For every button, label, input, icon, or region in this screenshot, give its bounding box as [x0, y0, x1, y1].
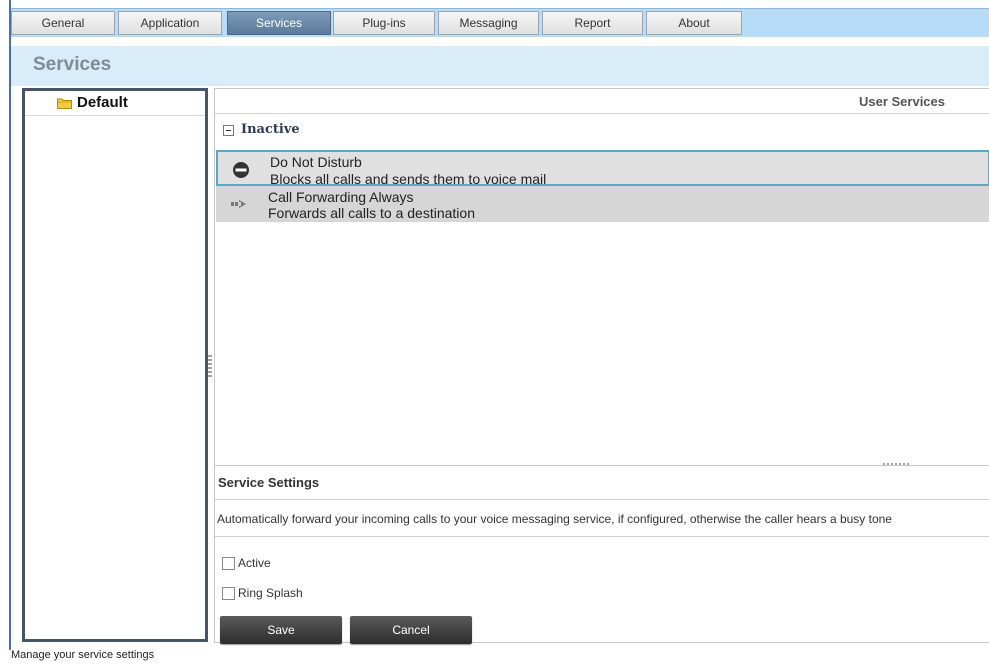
- tab-general[interactable]: General: [11, 11, 115, 35]
- tab-messaging[interactable]: Messaging: [438, 11, 539, 35]
- tab-services[interactable]: Services: [227, 11, 331, 35]
- active-checkbox-row[interactable]: Active: [222, 556, 271, 570]
- vertical-splitter-handle[interactable]: [208, 355, 212, 377]
- cancel-button[interactable]: Cancel: [350, 616, 472, 644]
- user-services-panel: User Services Inactive Do Not Disturb Bl…: [214, 88, 989, 644]
- service-description: Forwards all calls to a destination: [268, 205, 475, 221]
- tree-item-label: Default: [77, 94, 128, 111]
- collapse-icon[interactable]: [223, 125, 234, 136]
- status-bar-text: Manage your service settings: [11, 649, 155, 661]
- divider: [215, 499, 989, 500]
- tab-application[interactable]: Application: [118, 11, 222, 35]
- service-settings-title: Service Settings: [218, 475, 320, 490]
- active-checkbox[interactable]: [222, 556, 235, 570]
- inactive-group-header[interactable]: Inactive: [215, 113, 989, 151]
- tree-panel: Default: [22, 88, 208, 642]
- ring-splash-checkbox-row[interactable]: Ring Splash: [222, 586, 303, 600]
- page-title: Services: [33, 54, 112, 75]
- list-item-call-forwarding-always[interactable]: Call Forwarding Always Forwards all call…: [216, 186, 989, 222]
- service-name: Call Forwarding Always: [268, 189, 414, 205]
- no-entry-icon: [233, 162, 249, 178]
- tab-report[interactable]: Report: [542, 11, 643, 35]
- service-settings-panel: Service Settings Automatically forward y…: [215, 465, 989, 644]
- save-button[interactable]: Save: [220, 616, 342, 644]
- tab-bar: General Application Services Plug-ins Me…: [11, 8, 989, 37]
- tab-plug-ins[interactable]: Plug-ins: [333, 11, 435, 35]
- list-item-do-not-disturb[interactable]: Do Not Disturb Blocks all calls and send…: [216, 150, 989, 187]
- folder-icon: [57, 98, 72, 109]
- service-settings-description: Automatically forward your incoming call…: [217, 512, 892, 526]
- services-list: Do Not Disturb Blocks all calls and send…: [215, 149, 989, 465]
- tree-item-default[interactable]: Default: [25, 91, 205, 116]
- service-name: Do Not Disturb: [270, 154, 362, 170]
- active-checkbox-label: Active: [238, 556, 271, 570]
- ring-splash-checkbox[interactable]: [222, 586, 235, 600]
- page-header: Services: [11, 46, 989, 86]
- forward-arrow-icon: [231, 200, 246, 208]
- user-services-heading: User Services: [858, 94, 945, 109]
- tab-about[interactable]: About: [646, 11, 742, 35]
- divider: [215, 536, 989, 537]
- ring-splash-checkbox-label: Ring Splash: [238, 586, 303, 600]
- service-description: Blocks all calls and sends them to voice…: [270, 171, 547, 187]
- inactive-group-label: Inactive: [241, 122, 300, 137]
- window-left-border: [9, 0, 11, 650]
